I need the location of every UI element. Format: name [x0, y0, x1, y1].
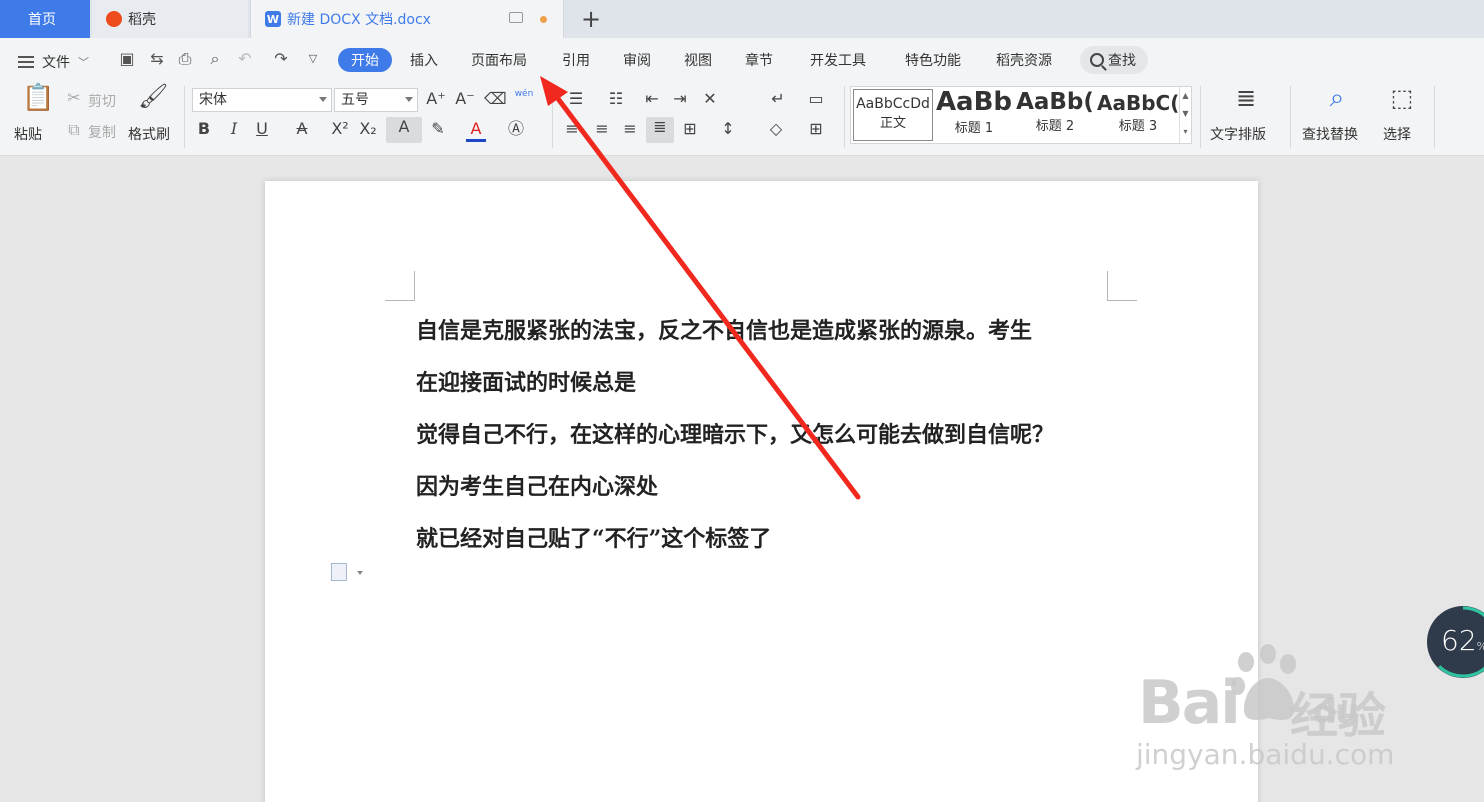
progress-bubble[interactable]: 62%: [1425, 604, 1484, 680]
watermark-url: jingyan.baidu.com: [1136, 738, 1395, 771]
progress-value: 62%: [1441, 624, 1484, 657]
watermark-cn: 经验: [1290, 688, 1387, 744]
